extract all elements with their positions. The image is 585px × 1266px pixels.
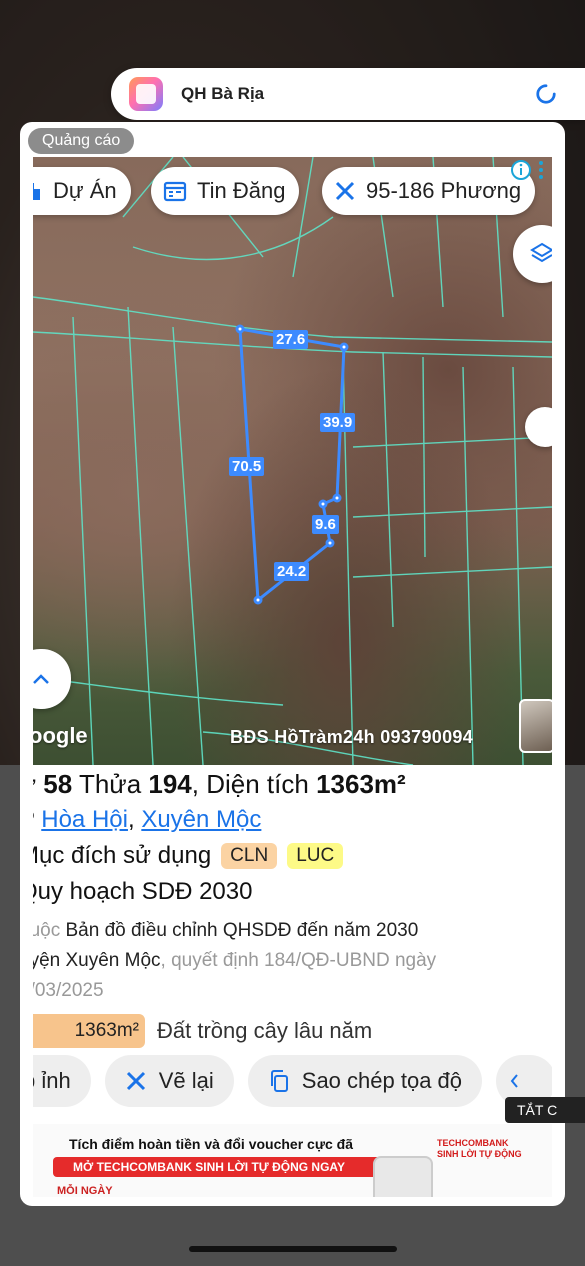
- copy-icon: [270, 1070, 288, 1092]
- chip-label: 95-186 Phương: [366, 178, 522, 203]
- chip-label: Dự Án: [53, 178, 117, 203]
- map-attribution: oogle: [33, 723, 88, 748]
- plan-label: Quy hoạch SDĐ 2030: [33, 878, 253, 905]
- parcel-info: ờ 58 Thửa 194, Diện tích 1363m² P Hòa Hộ…: [33, 769, 552, 1048]
- usage-row: Mục đích sử dụng CLN LUC: [33, 842, 552, 870]
- ad-content[interactable]: Dự Án Tin Đăng 95-186 Phương 27.6 39.9 7…: [33, 157, 552, 1197]
- area-bar-label: Đất trồng cây lâu năm: [157, 1018, 373, 1043]
- calendar-list-icon: [163, 181, 187, 202]
- usage-tag-luc[interactable]: LUC: [287, 843, 344, 869]
- copy-coordinates-button[interactable]: Sao chép tọa độ: [247, 1055, 483, 1107]
- redraw-button[interactable]: Vẽ lại: [104, 1055, 234, 1107]
- measure-label: 9.6: [312, 515, 339, 534]
- chip-tin-dang[interactable]: Tin Đăng: [151, 167, 300, 215]
- banner-cta[interactable]: MỞ TECHCOMBANK SINH LỜI TỰ ĐỘNG NGAY: [53, 1157, 413, 1177]
- map-lines: [33, 157, 552, 765]
- parcel-title: ờ 58 Thửa 194, Diện tích 1363m²: [33, 769, 406, 799]
- app-logo-icon: [129, 77, 163, 111]
- area-breakdown: 1363m² Đất trồng cây lâu năm: [33, 1014, 552, 1048]
- plan-description: huộc Bản đồ điều chỉnh QHSDĐ đến năm 203…: [33, 920, 437, 1001]
- action-button-partial[interactable]: p ỉnh: [33, 1055, 91, 1107]
- satellite-map[interactable]: Dự Án Tin Đăng 95-186 Phương 27.6 39.9 7…: [33, 157, 552, 765]
- chip-label: Tin Đăng: [197, 178, 286, 203]
- map-watermark: BĐS HồTràm24h 093790094: [230, 727, 474, 747]
- layers-icon: [530, 242, 552, 263]
- measure-label: 27.6: [273, 330, 309, 349]
- techcombank-banner[interactable]: Tích điểm hoàn tiền và đổi voucher cực đ…: [33, 1124, 552, 1197]
- banner-brand: TECHCOMBANK SINH LỜI TỰ ĐỘNG: [437, 1138, 522, 1159]
- home-indicator[interactable]: [189, 1246, 397, 1252]
- district-link[interactable]: Xuyên Mộc: [141, 806, 261, 833]
- building-icon: [33, 183, 40, 200]
- ad-badge: Quảng cáo: [28, 128, 135, 154]
- parcel-location: P Hòa Hội, Xuyên Mộc: [33, 806, 262, 833]
- action-buttons: p ỉnh Vẽ lại Sao chép tọa độ: [33, 1055, 552, 1107]
- code-icon: [510, 1074, 518, 1088]
- area-bar: 1363m²: [33, 1014, 145, 1048]
- chevron-up-icon: [33, 674, 49, 684]
- usage-tag-cln[interactable]: CLN: [221, 843, 278, 869]
- ad-info-icons[interactable]: [510, 159, 546, 181]
- measure-label: 39.9: [320, 413, 356, 432]
- more-vertical-icon[interactable]: [536, 159, 546, 181]
- measure-label: 24.2: [274, 562, 310, 581]
- ruler-icon: [335, 181, 355, 201]
- app-title: QH Bà Rịa: [181, 84, 265, 103]
- ruler-icon: [126, 1071, 145, 1091]
- app-header[interactable]: QH Bà Rịa: [111, 68, 585, 120]
- banner-title: Tích điểm hoàn tiền và đổi voucher cực đ…: [69, 1136, 353, 1152]
- ward-link[interactable]: Hòa Hội: [41, 806, 128, 833]
- close-ad-button[interactable]: TẮT C: [505, 1097, 585, 1123]
- banner-small-text: MỖI NGÀY: [57, 1185, 113, 1197]
- chip-du-an[interactable]: Dự Án: [33, 167, 131, 215]
- ad-card[interactable]: Quảng cáo Dự Án Tin Đăng 95-186 Phương 2…: [20, 122, 565, 1206]
- loading-spinner-icon: [536, 84, 556, 104]
- measure-label: 70.5: [229, 457, 265, 476]
- phone-image: [373, 1156, 433, 1197]
- chip-measure[interactable]: 95-186 Phương: [322, 167, 536, 215]
- streetview-thumbnail[interactable]: [519, 699, 552, 753]
- info-icon[interactable]: [510, 159, 532, 181]
